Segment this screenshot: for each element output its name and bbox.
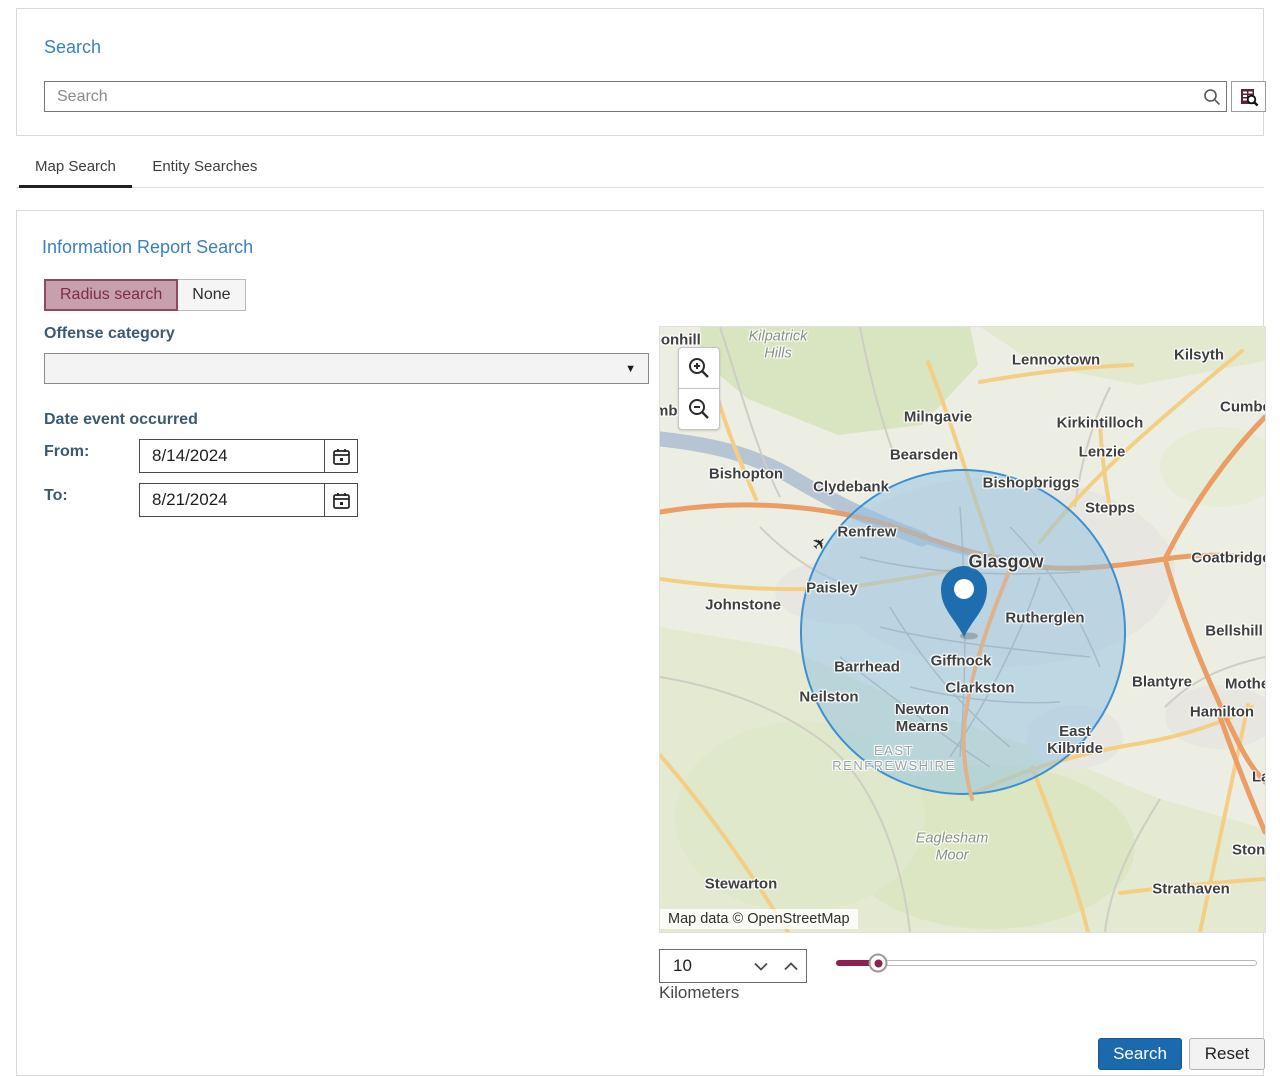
chevron-down-icon [754, 962, 768, 971]
search-input[interactable] [44, 81, 1227, 112]
radius-value-stepper[interactable]: 10 [659, 949, 807, 983]
zoom-in-button[interactable] [678, 347, 720, 389]
map-container[interactable]: BonhillDumbartonKilpatrickHillsMilngavie… [659, 326, 1266, 933]
chevron-up-icon [784, 962, 798, 971]
date-event-occurred-label: Date event occurred [44, 411, 198, 429]
radius-step-down-button[interactable] [746, 950, 776, 982]
radius-slider-thumb[interactable] [869, 954, 888, 973]
from-label: From: [44, 443, 89, 461]
offense-category-label: Offense category [44, 325, 175, 343]
magnifier-plus-icon [687, 356, 711, 380]
advanced-search-button[interactable] [1231, 81, 1266, 112]
form-search-icon [1239, 87, 1259, 107]
to-date-group [139, 483, 358, 517]
tabstrip: Map Search Entity Searches [16, 152, 1264, 188]
search-icon [1203, 88, 1221, 106]
radius-slider[interactable] [836, 953, 1257, 973]
map-canvas [660, 327, 1265, 932]
from-date-group [139, 439, 358, 473]
to-date-input[interactable] [140, 484, 324, 516]
report-search-title: Information Report Search [42, 237, 253, 258]
to-date-calendar-button[interactable] [324, 484, 357, 516]
none-toggle[interactable]: None [178, 279, 245, 311]
reset-button[interactable]: Reset [1189, 1038, 1265, 1070]
radius-unit-label: Kilometers [659, 983, 739, 1003]
offense-category-select[interactable]: ▼ [44, 353, 649, 384]
from-date-input[interactable] [140, 440, 324, 472]
calendar-icon [332, 447, 351, 466]
search-panel-title: Search [44, 37, 101, 58]
tab-entity-searches[interactable]: Entity Searches [136, 152, 273, 185]
search-mode-toggle: Radius search None [44, 279, 246, 311]
tab-map-search[interactable]: Map Search [19, 152, 132, 188]
from-date-calendar-button[interactable] [324, 440, 357, 472]
to-label: To: [44, 487, 68, 505]
app-root: Search Map Search Entity Searches Inform… [0, 0, 1280, 1076]
radius-slider-track[interactable] [836, 960, 1257, 966]
dropdown-arrow-icon: ▼ [625, 363, 636, 375]
radius-step-up-button[interactable] [776, 950, 806, 982]
map-search-button[interactable]: Search [1098, 1038, 1182, 1070]
zoom-out-button[interactable] [678, 388, 720, 430]
information-report-search-panel: Information Report Search Radius search … [16, 210, 1264, 1076]
radius-value: 10 [660, 956, 746, 976]
magnifier-minus-icon [687, 397, 711, 421]
search-panel: Search [16, 8, 1264, 136]
map-attribution: Map data © OpenStreetMap [660, 909, 858, 929]
calendar-icon [332, 491, 351, 510]
radius-search-toggle[interactable]: Radius search [44, 279, 178, 311]
